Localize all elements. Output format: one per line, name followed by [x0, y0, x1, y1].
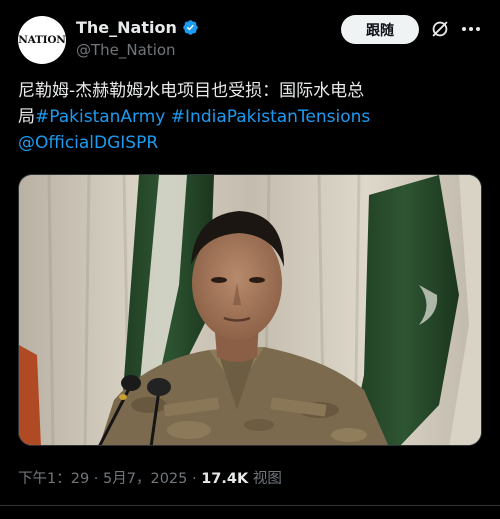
grok-icon[interactable] [429, 18, 451, 40]
tweet-text-line-1: 尼勒姆-杰赫勒姆水电项目也受损：国际水电总 [18, 81, 365, 101]
avatar[interactable]: NATION [18, 16, 66, 64]
meta-separator-1: · [89, 471, 104, 487]
hashtag-pakistan-army[interactable]: #PakistanArmy [35, 107, 165, 127]
more-options-icon[interactable] [460, 18, 482, 40]
tweet-time[interactable]: 下午1：29 [18, 471, 89, 487]
mention-official-dgispr[interactable]: @OfficialDGISPR [18, 133, 158, 153]
meta-separator-2: · [187, 471, 202, 487]
author-names: The_Nation @The_Nation [76, 16, 199, 59]
tweet-text: 尼勒姆-杰赫勒姆水电项目也受损：国际水电总 局#PakistanArmy #In… [18, 78, 482, 156]
views-count: 17.4K [201, 471, 249, 487]
verified-badge-icon [183, 19, 198, 35]
tweet-text-line-2: 局#PakistanArmy #IndiaPakistanTensions [18, 104, 482, 130]
tweet-text-prefix: 局 [18, 107, 35, 127]
author-handle[interactable]: @The_Nation [76, 41, 199, 59]
tweet-meta: 下午1：29 · 5月7，2025 · 17.4K 视图 [18, 467, 282, 488]
hashtag-india-pakistan-tensions[interactable]: #IndiaPakistanTensions [171, 107, 371, 127]
tweet-text-line-3: @OfficialDGISPR [18, 130, 482, 156]
video-frame-image [19, 175, 481, 445]
avatar-logo-text: NATION [18, 34, 66, 46]
divider [0, 505, 500, 506]
display-name[interactable]: The_Nation [76, 18, 177, 37]
video-thumbnail[interactable] [18, 174, 482, 446]
follow-button[interactable]: 跟随 [341, 15, 419, 44]
tweet-header: NATION The_Nation @The_Nation 跟随 [18, 14, 482, 64]
display-name-row: The_Nation [76, 16, 199, 38]
tweet-date[interactable]: 5月7，2025 [103, 471, 187, 487]
views-label: 视图 [252, 471, 282, 487]
